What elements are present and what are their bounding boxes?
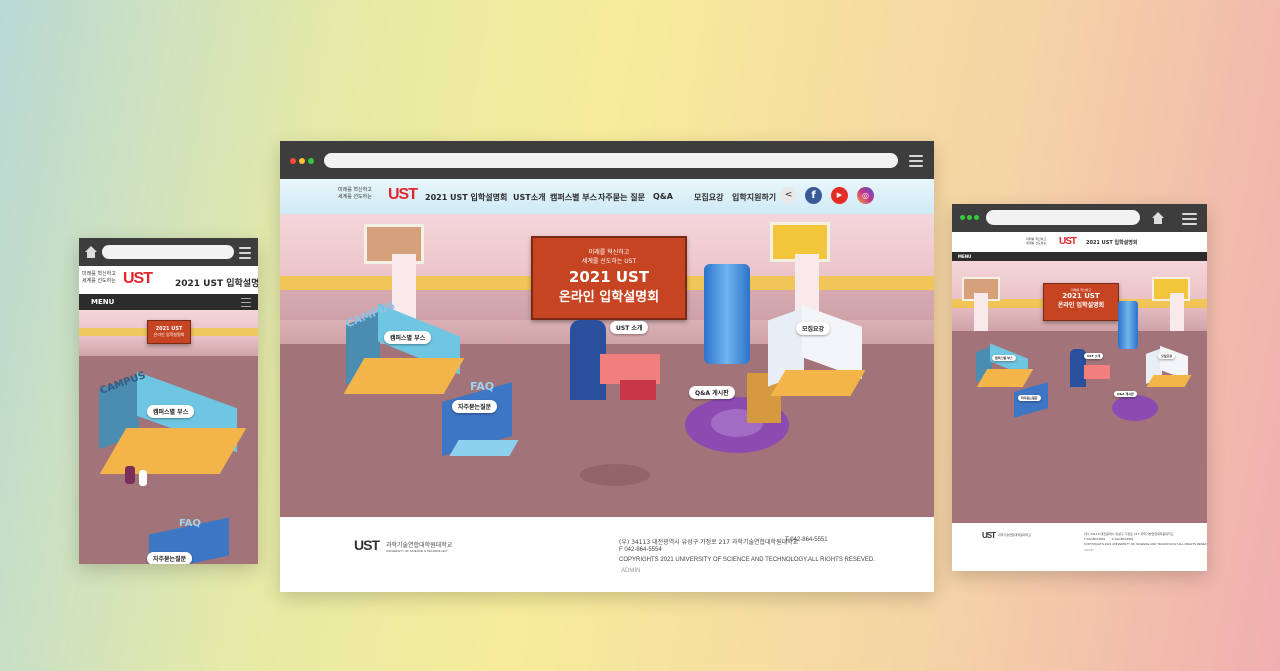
glass-tower — [704, 264, 750, 364]
footer-logo: UST — [354, 537, 380, 553]
footer-fax: F 042-864-5554 — [1112, 537, 1134, 541]
virtual-hall: 2021 UST 온라인 입학설명회 CAMPUS 캠퍼스별 부스 FAQ 자주… — [79, 310, 258, 564]
logo-slogan: 미래를 혁신하고 세계를 선도하는 — [1026, 237, 1047, 245]
nav-qna[interactable]: Q&A — [653, 192, 673, 201]
campus-booth-label[interactable]: 캠퍼스별 부스 — [147, 405, 195, 418]
facebook-icon[interactable]: f — [805, 187, 822, 204]
campus-booth[interactable]: CAMPUS — [99, 370, 247, 482]
admin-link[interactable]: ADMIN — [1084, 548, 1094, 552]
instagram-icon[interactable]: ◎ — [857, 187, 874, 204]
nav-faq[interactable]: 자주묻는 질문 — [598, 192, 645, 203]
site-footer: UST 과학기술연합대학원대학교 UNIVERSITY OF SCIENCE &… — [280, 517, 934, 592]
site-title[interactable]: 2021 UST 입학설명회 — [1086, 239, 1137, 246]
tablet-browser-window: 미래를 혁신하고 세계를 선도하는 UST 2021 UST 입학설명회 MENU… — [952, 204, 1207, 571]
menu-label: MENU — [91, 298, 115, 306]
footer-tel: T 042-864-5551 — [1084, 537, 1106, 541]
footer-org-name-en: UNIVERSITY OF SCIENCE & TECHNOLOGY — [386, 549, 448, 553]
ust-intro-booth-label[interactable]: UST 소개 — [610, 321, 649, 334]
site-header: 미래를 혁신하고세계를 선도하는 UST 2021 UST 입학설명회 — [79, 266, 258, 294]
logo-slogan: 미래를 혁신하고 세계를 선도하는 — [82, 271, 116, 284]
recruit-booth-label[interactable]: 모집요강 — [796, 322, 831, 335]
minimize-dot[interactable] — [967, 215, 972, 220]
mobile-menu-bar[interactable]: MENU — [79, 294, 258, 310]
footer-address: (우) 34113 대전광역시 유성구 가정로 217 과학기술연합대학원대학교 — [619, 539, 799, 546]
site-header: 미래를 혁신하고 세계를 선도하는 UST 2021 UST 입학설명회 UST소… — [280, 179, 934, 214]
footer-address: (우) 34113 대전광역시 유성구 가정로 217 과학기술연합대학원대학교 — [1084, 532, 1174, 536]
hero-banner: 미래를 혁신하고 세계를 선도하는 UST 2021 UST 온라인 입학설명회 — [531, 236, 687, 320]
mobile-browser-window: 미래를 혁신하고세계를 선도하는 UST 2021 UST 입학설명회 MENU… — [79, 238, 258, 564]
site-header: 미래를 혁신하고세계를 선도하는 UST 2021 UST 입학설명회 — [952, 232, 1207, 252]
nav-recruit[interactable]: 모집요강 — [694, 192, 723, 203]
virtual-hall: 미래를 혁신하고 2021 UST 온라인 입학설명회 캠퍼스별 부스 자주묻는… — [952, 261, 1207, 523]
nav-apply[interactable]: 입학지원하기 — [732, 192, 776, 203]
recruit-booth-label[interactable]: 모집요강 — [1158, 353, 1176, 359]
browser-toolbar — [79, 238, 258, 266]
footer-fax: F 042-864-5554 — [619, 547, 662, 553]
nav-ust-intro[interactable]: UST소개 — [513, 192, 545, 203]
address-bar[interactable] — [986, 210, 1140, 225]
ust-logo[interactable]: UST — [388, 186, 418, 204]
browser-toolbar — [280, 141, 934, 179]
campus-booth-label[interactable]: 캠퍼스별 부스 — [992, 355, 1016, 361]
admin-link[interactable]: ADMIN — [621, 568, 640, 574]
ust-logo[interactable]: UST — [1059, 236, 1077, 247]
maximize-dot[interactable] — [308, 158, 314, 164]
address-bar[interactable] — [102, 245, 234, 259]
maximize-dot[interactable] — [974, 215, 979, 220]
share-icon[interactable]: < — [780, 187, 797, 204]
footer-org-name: 과학기술연합대학원대학교 — [386, 542, 453, 549]
ust-logo[interactable]: UST — [123, 270, 153, 288]
nav-campus-booth[interactable]: 캠퍼스별 부스 — [550, 192, 597, 203]
home-icon[interactable] — [85, 246, 97, 258]
close-dot[interactable] — [290, 158, 296, 164]
home-icon[interactable] — [1152, 212, 1164, 224]
browser-toolbar — [952, 204, 1207, 232]
hero-banner: 2021 UST 온라인 입학설명회 — [147, 320, 191, 344]
site-footer: UST 과학기술연합대학원대학교 (우) 34113 대전광역시 유성구 가정로… — [952, 523, 1207, 571]
site-title[interactable]: 2021 UST 입학설명회 — [175, 276, 258, 289]
footer-tel: T 042-864-5551 — [785, 537, 828, 543]
footer-logo: UST — [982, 531, 996, 540]
faq-booth[interactable]: FAQ — [430, 374, 520, 464]
ust-intro-booth-label[interactable]: UST 소개 — [1084, 353, 1104, 359]
browser-menu-icon[interactable] — [239, 244, 251, 262]
footer-copyright: COPYRIGHTS 2021 UNIVERSITY OF SCIENCE AN… — [1084, 542, 1207, 546]
recruit-booth[interactable] — [768, 304, 866, 404]
logo-slogan: 미래를 혁신하고 세계를 선도하는 — [338, 187, 372, 200]
site-title[interactable]: 2021 UST 입학설명회 — [425, 192, 507, 203]
virtual-hall: 미래를 혁신하고 세계를 선도하는 UST 2021 UST 온라인 입학설명회… — [280, 214, 934, 517]
qna-booth-label[interactable]: Q&A 게시판 — [689, 386, 735, 399]
faq-booth-label[interactable]: 자주묻는질문 — [1018, 395, 1041, 401]
browser-menu-icon[interactable] — [1182, 210, 1197, 228]
hero-banner: 미래를 혁신하고 2021 UST 온라인 입학설명회 — [1043, 283, 1119, 321]
footer-copyright: COPYRIGHTS 2021 UNIVERSITY OF SCIENCE AN… — [619, 557, 875, 563]
campus-booth-label[interactable]: 캠퍼스별 부스 — [384, 331, 432, 344]
recruit-booth[interactable] — [1146, 345, 1192, 391]
minimize-dot[interactable] — [299, 158, 305, 164]
mobile-menu-bar[interactable]: MENU — [952, 252, 1207, 261]
close-dot[interactable] — [960, 215, 965, 220]
faq-booth-label[interactable]: 자주묻는질문 — [147, 552, 193, 564]
menu-hamburger-icon[interactable] — [241, 295, 251, 310]
address-bar[interactable] — [324, 153, 898, 168]
menu-label: MENU — [958, 254, 972, 259]
browser-menu-icon[interactable] — [909, 152, 923, 170]
qna-booth-label[interactable]: Q&A 게시판 — [1114, 391, 1137, 397]
faq-booth-label[interactable]: 자주묻는질문 — [452, 400, 498, 413]
footer-org-name: 과학기술연합대학원대학교 — [998, 533, 1032, 537]
youtube-icon[interactable]: ▶ — [831, 187, 848, 204]
desktop-browser-window: 미래를 혁신하고 세계를 선도하는 UST 2021 UST 입학설명회 UST소… — [280, 141, 934, 592]
